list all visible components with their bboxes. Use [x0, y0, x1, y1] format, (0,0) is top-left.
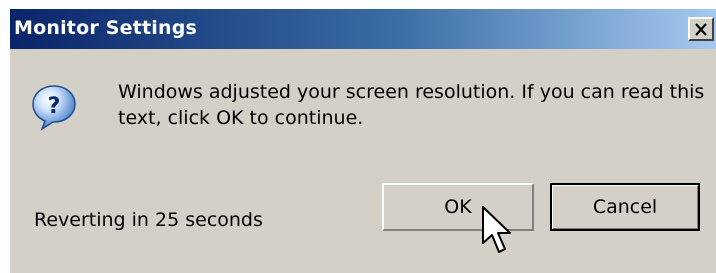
ok-button[interactable]: OK [382, 183, 534, 231]
close-icon [695, 22, 707, 36]
monitor-settings-dialog: Monitor Settings ? Windows adjusted your… [9, 8, 716, 273]
title-bar[interactable]: Monitor Settings [10, 9, 716, 49]
cancel-button[interactable]: Cancel [550, 183, 700, 231]
svg-text:?: ? [48, 94, 61, 119]
dialog-title: Monitor Settings [14, 17, 198, 39]
revert-countdown: Reverting in 25 seconds [34, 209, 263, 231]
close-button[interactable] [688, 17, 714, 41]
question-icon: ? [32, 85, 76, 131]
message-text: Windows adjusted your screen resolution.… [118, 81, 705, 129]
